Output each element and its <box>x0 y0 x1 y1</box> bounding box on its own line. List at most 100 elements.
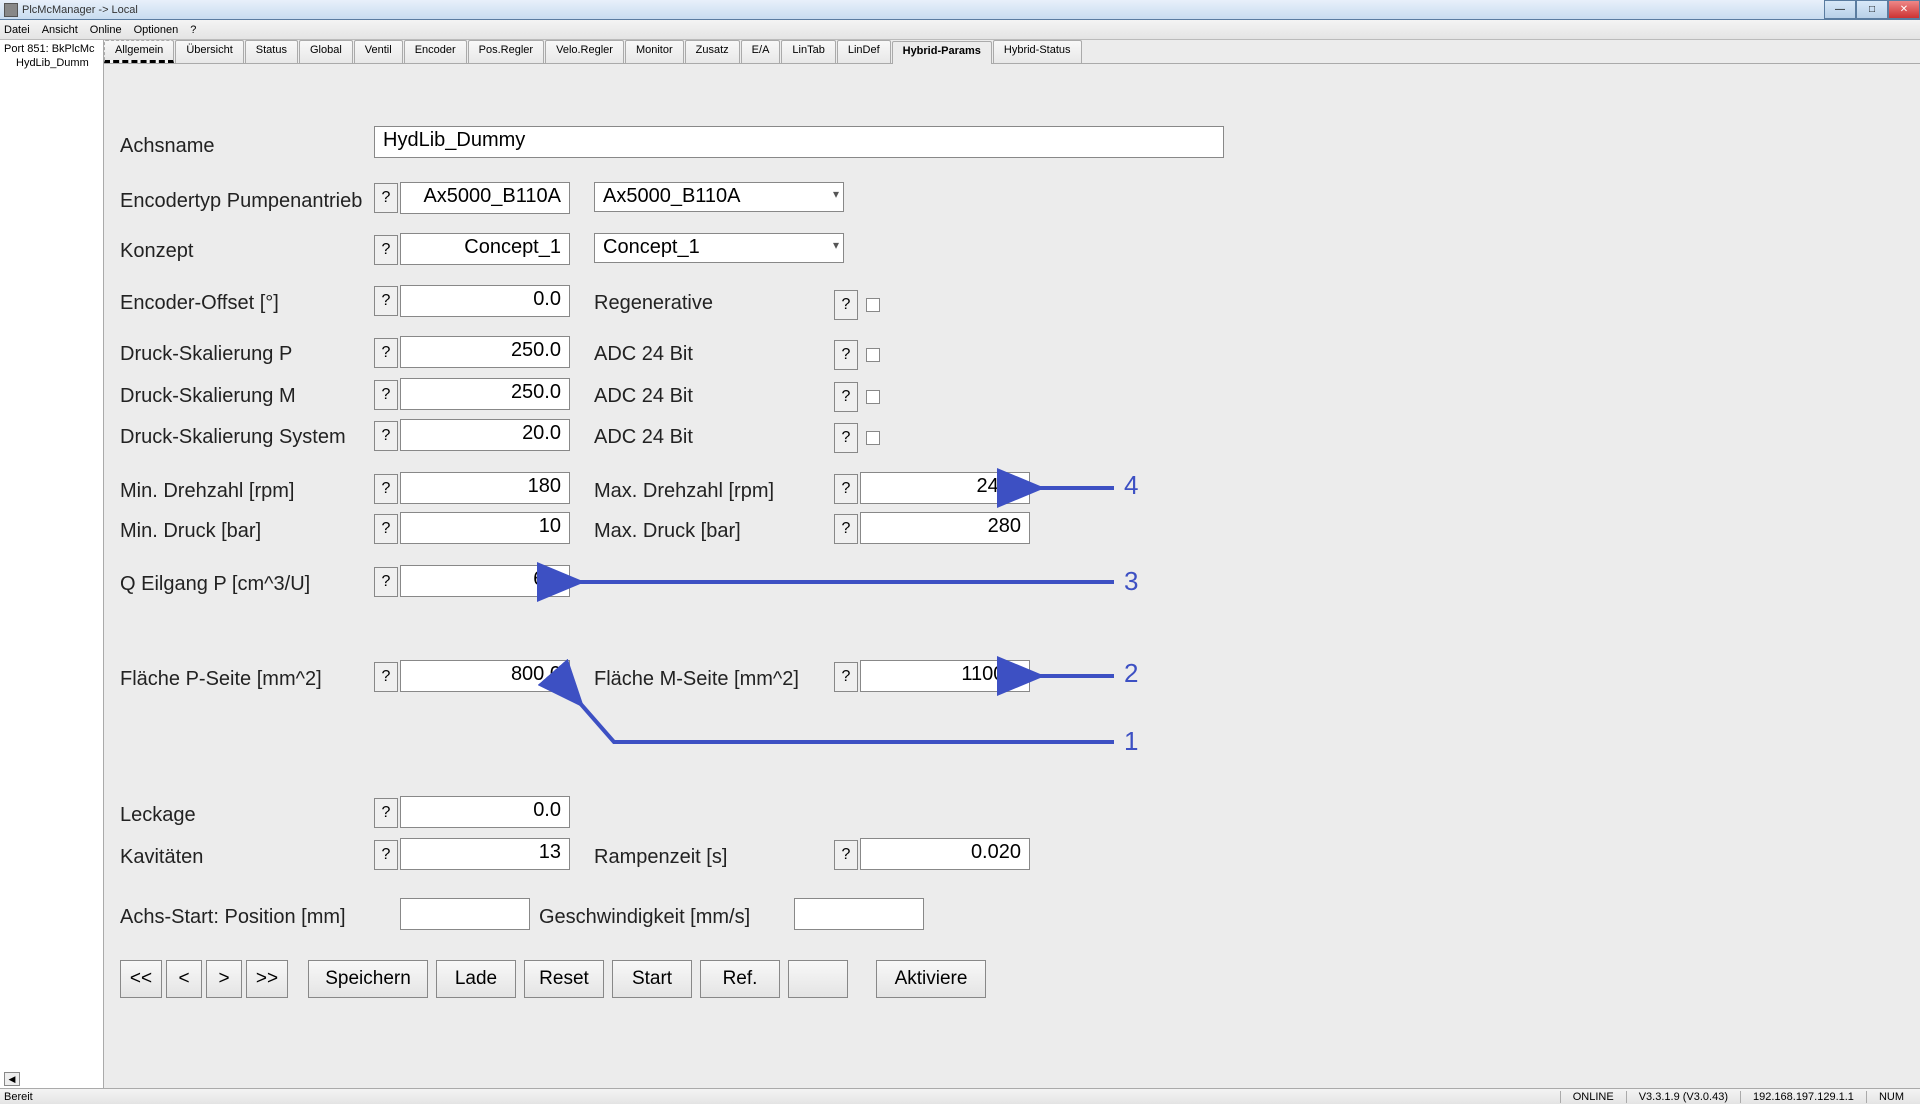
achs-start-input[interactable] <box>400 898 530 930</box>
adc-m-checkbox[interactable] <box>866 390 880 404</box>
last-button[interactable]: >> <box>246 960 288 998</box>
adc-m-help[interactable]: ? <box>834 382 858 412</box>
flaeche-p-input[interactable]: 800.0 <box>400 660 570 692</box>
lade-button[interactable]: Lade <box>436 960 516 998</box>
druck-m-input[interactable]: 250.0 <box>400 378 570 410</box>
statusbar: Bereit ONLINE V3.3.1.9 (V3.0.43) 192.168… <box>0 1088 1920 1104</box>
druck-p-input[interactable]: 250.0 <box>400 336 570 368</box>
menu-ansicht[interactable]: Ansicht <box>42 24 78 36</box>
tab-veloregler[interactable]: Velo.Regler <box>545 40 624 63</box>
tab-encoder[interactable]: Encoder <box>404 40 467 63</box>
max-rpm-help[interactable]: ? <box>834 474 858 504</box>
regenerative-checkbox[interactable] <box>866 298 880 312</box>
druck-sys-help[interactable]: ? <box>374 421 398 451</box>
menu-help[interactable]: ? <box>190 24 196 36</box>
max-druck-input[interactable]: 280 <box>860 512 1030 544</box>
achsname-input[interactable]: HydLib_Dummy <box>374 126 1224 158</box>
tab-global[interactable]: Global <box>299 40 353 63</box>
min-druck-help[interactable]: ? <box>374 514 398 544</box>
druck-m-label: Druck-Skalierung M <box>120 385 296 408</box>
encoder-offset-help[interactable]: ? <box>374 286 398 316</box>
max-druck-help[interactable]: ? <box>834 514 858 544</box>
konzept-help[interactable]: ? <box>374 235 398 265</box>
speichern-button[interactable]: Speichern <box>308 960 428 998</box>
rampenzeit-help[interactable]: ? <box>834 840 858 870</box>
flaeche-p-help[interactable]: ? <box>374 662 398 692</box>
min-rpm-input[interactable]: 180 <box>400 472 570 504</box>
rampenzeit-label: Rampenzeit [s] <box>594 846 727 869</box>
first-button[interactable]: << <box>120 960 162 998</box>
druck-m-help[interactable]: ? <box>374 380 398 410</box>
menu-datei[interactable]: Datei <box>4 24 30 36</box>
menu-online[interactable]: Online <box>90 24 122 36</box>
kavitaeten-input[interactable]: 13 <box>400 838 570 870</box>
menu-optionen[interactable]: Optionen <box>134 24 179 36</box>
adc-p-help[interactable]: ? <box>834 340 858 370</box>
reset-button[interactable]: Reset <box>524 960 604 998</box>
max-rpm-label: Max. Drehzahl [rpm] <box>594 480 774 503</box>
min-rpm-help[interactable]: ? <box>374 474 398 504</box>
adc-p-label: ADC 24 Bit <box>594 343 693 366</box>
tab-allgemein[interactable]: Allgemein <box>104 40 174 63</box>
annotation-3: 3 <box>1124 566 1138 597</box>
max-rpm-input[interactable]: 2400 <box>860 472 1030 504</box>
flaeche-m-input[interactable]: 1100.0 <box>860 660 1030 692</box>
leckage-label: Leckage <box>120 804 196 827</box>
ref-button[interactable]: Ref. <box>700 960 780 998</box>
adc-m-label: ADC 24 Bit <box>594 385 693 408</box>
encoder-offset-input[interactable]: 0.0 <box>400 285 570 317</box>
next-button[interactable]: > <box>206 960 242 998</box>
tab-zusatz[interactable]: Zusatz <box>685 40 740 63</box>
max-druck-label: Max. Druck [bar] <box>594 520 741 543</box>
achs-start-label: Achs-Start: Position [mm] <box>120 906 346 929</box>
tab-status[interactable]: Status <box>245 40 298 63</box>
maximize-button[interactable]: □ <box>1856 0 1888 19</box>
tab-posregler[interactable]: Pos.Regler <box>468 40 544 63</box>
encodertyp-dropdown[interactable]: Ax5000_B110A <box>594 182 844 212</box>
encodertyp-help[interactable]: ? <box>374 183 398 213</box>
konzept-dropdown[interactable]: Concept_1 <box>594 233 844 263</box>
min-druck-input[interactable]: 10 <box>400 512 570 544</box>
tree-port[interactable]: Port 851: BkPlcMc <box>0 42 103 56</box>
adc-p-checkbox[interactable] <box>866 348 880 362</box>
leckage-help[interactable]: ? <box>374 798 398 828</box>
blank-button[interactable] <box>788 960 848 998</box>
tab-hybrid-params[interactable]: Hybrid-Params <box>892 41 992 64</box>
geschwindigkeit-input[interactable] <box>794 898 924 930</box>
tab-lintab[interactable]: LinTab <box>781 40 835 63</box>
adc-sys-help[interactable]: ? <box>834 423 858 453</box>
leckage-input[interactable]: 0.0 <box>400 796 570 828</box>
tab-monitor[interactable]: Monitor <box>625 40 684 63</box>
geschwindigkeit-label: Geschwindigkeit [mm/s] <box>539 906 750 929</box>
status-num: NUM <box>1866 1091 1916 1103</box>
aktiviere-button[interactable]: Aktiviere <box>876 960 986 998</box>
status-online: ONLINE <box>1560 1091 1626 1103</box>
konzept-input[interactable]: Concept_1 <box>400 233 570 265</box>
druck-sys-input[interactable]: 20.0 <box>400 419 570 451</box>
tab-lindef[interactable]: LinDef <box>837 40 891 63</box>
tab-hybrid-status[interactable]: Hybrid-Status <box>993 40 1082 63</box>
minimize-button[interactable]: — <box>1824 0 1856 19</box>
druck-p-help[interactable]: ? <box>374 338 398 368</box>
tab-ventil[interactable]: Ventil <box>354 40 403 63</box>
sidebar-collapse-button[interactable]: ◀ <box>4 1072 20 1086</box>
tree-axis[interactable]: HydLib_Dumm <box>0 56 103 70</box>
q-eilgang-label: Q Eilgang P [cm^3/U] <box>120 573 310 596</box>
flaeche-m-help[interactable]: ? <box>834 662 858 692</box>
start-button[interactable]: Start <box>612 960 692 998</box>
adc-sys-checkbox[interactable] <box>866 431 880 445</box>
q-eilgang-help[interactable]: ? <box>374 567 398 597</box>
rampenzeit-input[interactable]: 0.020 <box>860 838 1030 870</box>
main-panel: Allgemein Übersicht Status Global Ventil… <box>104 40 1920 1088</box>
druck-p-label: Druck-Skalierung P <box>120 343 292 366</box>
kavitaeten-help[interactable]: ? <box>374 840 398 870</box>
status-ready: Bereit <box>4 1091 33 1103</box>
encodertyp-input[interactable]: Ax5000_B110A <box>400 182 570 214</box>
tab-uebersicht[interactable]: Übersicht <box>175 40 243 63</box>
q-eilgang-input[interactable]: 6.3 <box>400 565 570 597</box>
close-button[interactable]: ✕ <box>1888 0 1920 19</box>
encodertyp-label: Encodertyp Pumpenantrieb <box>120 190 362 213</box>
regenerative-help[interactable]: ? <box>834 290 858 320</box>
prev-button[interactable]: < <box>166 960 202 998</box>
tab-ea[interactable]: E/A <box>741 40 781 63</box>
